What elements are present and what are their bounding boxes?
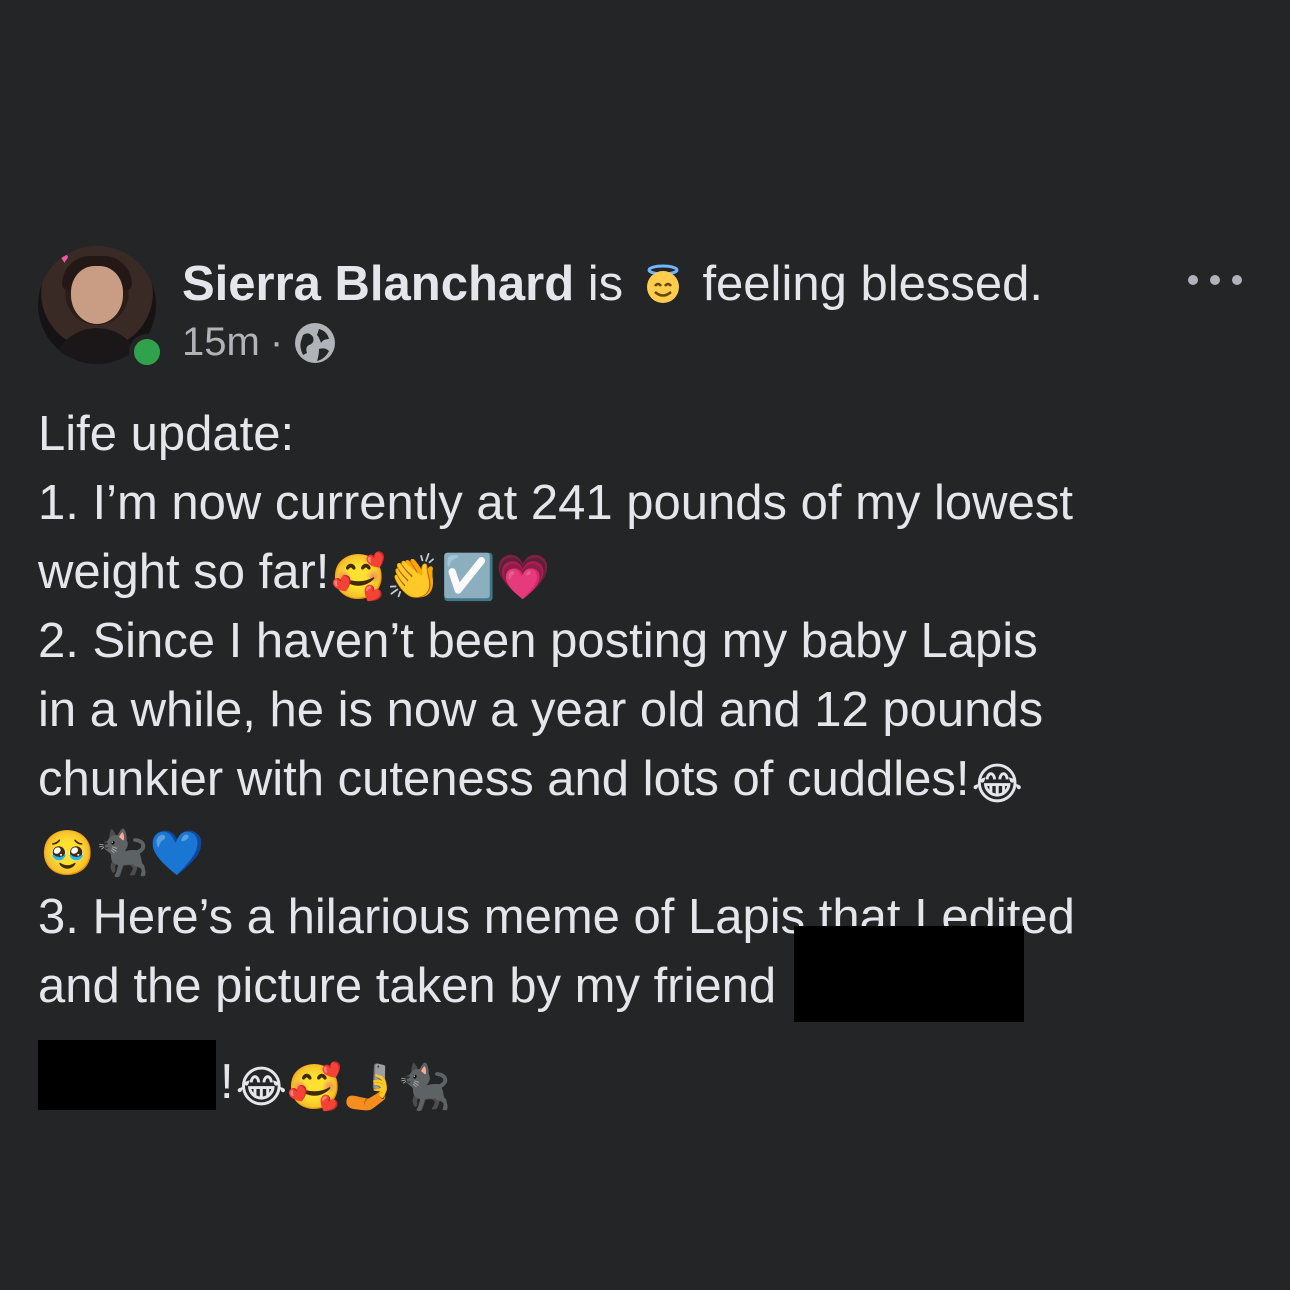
body-text: 1. I’m now currently at 241 pounds of my… [38, 476, 1073, 530]
more-dot [1188, 275, 1198, 285]
redaction-box [38, 1040, 216, 1110]
body-line: 2. Since I haven’t been posting my baby … [38, 607, 1252, 676]
post-body: Life update: 1. I’m now currently at 241… [38, 400, 1252, 1118]
body-text: Life update: [38, 407, 295, 461]
post-meta: 15m · [182, 318, 337, 366]
more-dot [1232, 275, 1242, 285]
online-status-indicator [129, 334, 165, 370]
body-text: in a while, he is now a year old and 12 … [38, 683, 1044, 737]
avatar-face [71, 266, 123, 324]
feeling-text[interactable]: feeling blessed. [702, 257, 1043, 311]
body-text: and the picture taken by my friend [38, 959, 777, 1013]
body-text: chunkier with cuteness and lots of cuddl… [38, 752, 970, 806]
body-text: 2. Since I haven’t been posting my baby … [38, 614, 1038, 668]
author-name[interactable]: Sierra Blanchard [182, 257, 574, 311]
is-text: is [587, 257, 624, 311]
avatar-hearts-decoration: ♥ ♥ [44, 250, 71, 266]
body-line: Life update: [38, 400, 1252, 469]
meta-separator: · [269, 320, 284, 364]
redaction-box [794, 926, 1025, 1022]
body-text: ! [220, 1055, 234, 1109]
post-card: ♥ ♥ Sierra Blanchard is feeling blessed.… [38, 246, 1252, 1118]
body-line: and the picture taken by my friend [38, 926, 1252, 1048]
body-line: chunkier with cuteness and lots of cuddl… [38, 745, 1252, 814]
body-line: 3. Here’s a hilarious meme of Lapis that… [38, 883, 1252, 952]
avatar-shirt [52, 328, 142, 364]
emoji-group: 🥰👏☑️💗 [331, 553, 551, 602]
post-timestamp[interactable]: 15m [182, 320, 260, 364]
emoji-group: 😂 [971, 760, 1023, 809]
body-line: 1. I’m now currently at 241 pounds of my… [38, 469, 1252, 538]
body-line: weight so far!🥰👏☑️💗 [38, 538, 1252, 607]
globe-icon[interactable] [293, 321, 337, 365]
post-title-line: Sierra Blanchard is feeling blessed. [182, 256, 1043, 312]
emoji-group: 😂🥰🤳🐈‍⬛ [235, 1063, 452, 1112]
body-line: !😂🥰🤳🐈‍⬛ [38, 1040, 1252, 1118]
author-avatar[interactable]: ♥ ♥ [38, 246, 165, 370]
body-line: 🥹🐈‍⬛💙 [38, 814, 1252, 883]
post-header: ♥ ♥ Sierra Blanchard is feeling blessed.… [38, 246, 1252, 370]
more-options-icon[interactable] [1188, 270, 1242, 290]
more-dot [1210, 275, 1220, 285]
body-text: weight so far! [38, 545, 330, 599]
emoji-group: 🥹🐈‍⬛💙 [40, 829, 205, 878]
body-line: in a while, he is now a year old and 12 … [38, 676, 1252, 745]
smiling-face-with-halo-icon [646, 264, 679, 303]
